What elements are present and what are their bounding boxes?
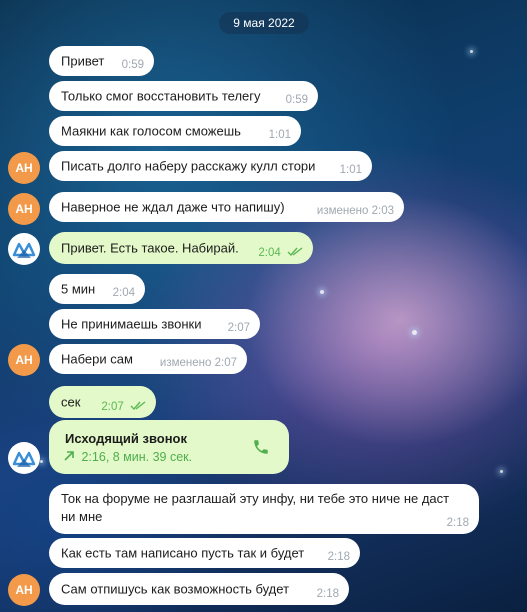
call-title: Исходящий звонок [65,431,188,446]
outgoing-arrow-icon [64,451,74,461]
message-text: Не принимаешь звонки [61,316,202,332]
background-star [470,50,473,53]
message-text: Ток на форуме не разглашай эту инфу, ни … [61,491,450,524]
message-time: 2:04 [112,287,135,299]
avatar[interactable]: АН [8,574,40,606]
message-bubble[interactable]: Сам отпишусь как возможность будет 2:18 [49,573,349,605]
avatar[interactable] [8,233,40,265]
message-text: Сам отпишусь как возможность будет [61,581,290,597]
message-time: изменено 2:07 [159,357,237,369]
message-text: Только смог восстановить телегу [61,88,261,104]
message-bubble[interactable]: Только смог восстановить телегу 0:59 [49,81,318,111]
background-star [500,470,503,473]
logo-icon [12,451,36,467]
message-text: Маякни как голосом сможешь [61,123,241,139]
phone-icon[interactable] [252,438,270,456]
avatar[interactable]: АН [8,193,40,225]
call-details: 2:16, 8 мин. 39 сек. [81,450,193,464]
message-text: Писать долго наберу расскажу кулл стори [61,158,316,174]
message-bubble[interactable]: Писать долго наберу расскажу кулл стори … [49,151,372,181]
message-time: 2:18 [446,517,469,529]
background-star [412,330,417,335]
background-star [40,460,43,463]
message-bubble-outgoing[interactable]: сек 2:07 [49,386,156,418]
message-time: 1:01 [339,164,362,176]
message-time: 0:59 [285,94,308,106]
avatar[interactable]: АН [8,152,40,184]
message-bubble[interactable]: Не принимаешь звонки 2:07 [49,309,260,339]
message-text: Наверное не ждал даже что напишу) [61,199,285,215]
message-bubble[interactable]: Как есть там написано пусть так и будет … [49,538,360,568]
logo-icon [12,242,36,258]
message-time: 0:59 [121,59,144,71]
message-time: 2:07 [227,322,250,334]
message-text: Как есть там написано пусть так и будет [61,545,305,561]
call-message-card[interactable]: Исходящий звонок 2:16, 8 мин. 39 сек. [49,420,289,474]
double-check-icon [287,247,303,256]
message-time: 1:01 [268,129,291,141]
message-bubble[interactable]: Ток на форуме не разглашай эту инфу, ни … [49,484,479,534]
message-time: 2:07 [101,401,124,413]
avatar[interactable]: АН [8,344,40,376]
message-bubble-outgoing[interactable]: Привет. Есть такое. Набирай. 2:04 [49,232,313,264]
message-time: 2:18 [327,551,350,563]
message-bubble[interactable]: Маякни как голосом сможешь 1:01 [49,116,301,146]
date-separator: 9 мая 2022 [219,12,309,34]
message-text: Привет [61,53,105,69]
message-meta: 2:04 [258,247,303,259]
message-text: Набери сам [61,351,133,367]
avatar[interactable] [8,442,40,474]
message-time: изменено 2:03 [316,205,394,217]
message-bubble[interactable]: Набери сам изменено 2:07 [49,344,247,374]
message-text: сек [61,394,81,410]
message-text: Привет. Есть такое. Набирай. [61,240,239,256]
message-bubble[interactable]: Наверное не ждал даже что напишу) измене… [49,192,404,222]
background-star [320,290,324,294]
message-meta: 2:07 [101,401,146,413]
message-bubble[interactable]: Привет 0:59 [49,46,154,76]
double-check-icon [130,401,146,410]
call-details-row: 2:16, 8 мин. 39 сек. [63,450,192,464]
message-time: 2:18 [316,588,339,600]
message-text: 5 мин [61,281,96,297]
message-time: 2:04 [258,247,281,259]
message-bubble[interactable]: 5 мин 2:04 [49,274,145,304]
